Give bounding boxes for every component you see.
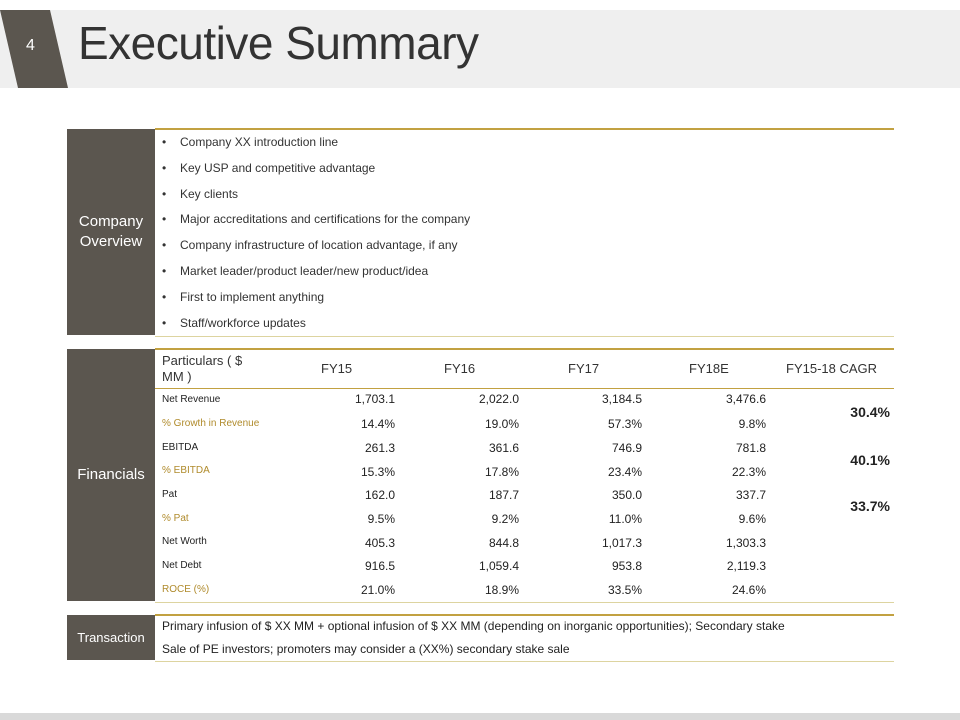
cell: 11.0% — [608, 512, 642, 526]
cell: 746.9 — [611, 441, 642, 455]
cagr-revenue: 30.4% — [850, 404, 890, 420]
cell: 350.0 — [611, 488, 642, 502]
row-label: % EBITDA — [162, 465, 210, 476]
transaction-line: Sale of PE investors; promoters may cons… — [162, 642, 570, 656]
cell: 57.3% — [607, 417, 642, 431]
cell: 1,303.3 — [725, 536, 766, 550]
cell: 2,022.0 — [478, 392, 519, 406]
bullet-item: Key clients — [162, 182, 882, 208]
bullet-item: Major accreditations and certifications … — [162, 207, 882, 233]
cell: 187.7 — [488, 488, 519, 502]
company-overview-label-text: Company Overview — [78, 213, 144, 250]
header-fy16: FY16 — [444, 361, 476, 376]
cell: 1,703.1 — [354, 392, 395, 406]
bullet-item: Key USP and competitive advantage — [162, 156, 882, 182]
row-label: EBITDA — [162, 442, 199, 453]
financials-label-text: Financials — [77, 466, 145, 483]
cell: 1,017.3 — [601, 536, 642, 550]
cell: 33.5% — [607, 583, 642, 597]
row-label: Net Worth — [162, 536, 207, 547]
cagr-ebitda: 40.1% — [850, 452, 890, 468]
cell: 9.5% — [367, 512, 395, 526]
bullet-item: Staff/workforce updates — [162, 311, 882, 337]
cell: 3,476.6 — [725, 392, 766, 406]
company-overview-label: Company Overview — [67, 129, 155, 335]
financials-frame — [155, 348, 894, 603]
header-fy17: FY17 — [568, 361, 600, 376]
transaction-label: Transaction — [67, 615, 155, 660]
cell: 337.7 — [735, 488, 766, 502]
cell: 162.0 — [364, 488, 395, 502]
cagr-pat: 33.7% — [850, 498, 890, 514]
bullet-item: Company XX introduction line — [162, 130, 882, 156]
header-cagr: FY15-18 CAGR — [786, 361, 878, 376]
cell: 14.4% — [360, 417, 395, 431]
bullet-item: First to implement anything — [162, 285, 882, 311]
row-label: % Pat — [162, 513, 189, 524]
header-fy18e: FY18E — [689, 361, 729, 376]
cell: 405.3 — [364, 536, 395, 550]
cell: 781.8 — [735, 441, 766, 455]
row-label: % Growth in Revenue — [162, 418, 260, 429]
bullet-item: Company infrastructure of location advan… — [162, 233, 882, 259]
cell: 2,119.3 — [726, 559, 766, 573]
cell: 18.9% — [484, 583, 519, 597]
footer-bar — [0, 713, 960, 720]
cell: 953.8 — [611, 559, 642, 573]
header-fy15: FY15 — [321, 361, 353, 376]
cell: 22.3% — [731, 465, 766, 479]
transaction-line: Primary infusion of $ XX MM + optional i… — [162, 619, 785, 633]
cell: 23.4% — [607, 465, 642, 479]
cell: 1,059.4 — [478, 559, 519, 573]
cell: 916.5 — [364, 559, 395, 573]
bullet-item: Market leader/product leader/new product… — [162, 259, 882, 285]
row-label: Net Revenue — [162, 394, 221, 405]
header-particulars: Particulars ( $ MM ) — [162, 353, 243, 384]
cell: 9.8% — [738, 417, 766, 431]
cell: 17.8% — [484, 465, 519, 479]
cell: 24.6% — [731, 583, 766, 597]
transaction-label-text: Transaction — [77, 629, 145, 645]
page-title: Executive Summary — [78, 17, 479, 69]
cell: 9.2% — [491, 512, 519, 526]
cell: 15.3% — [360, 465, 395, 479]
company-overview-bullets: Company XX introduction line Key USP and… — [162, 130, 882, 336]
row-label: Net Debt — [162, 560, 202, 571]
financials-label: Financials — [67, 349, 155, 601]
cell: 844.8 — [488, 536, 519, 550]
cell: 3,184.5 — [601, 392, 642, 406]
cell: 9.6% — [738, 512, 766, 526]
cell: 261.3 — [364, 441, 395, 455]
cell: 19.0% — [484, 417, 519, 431]
cell: 21.0% — [360, 583, 395, 597]
row-label: Pat — [162, 489, 178, 500]
cell: 361.6 — [488, 441, 519, 455]
header-rule — [155, 388, 894, 389]
slide-number: 4 — [26, 37, 35, 54]
row-label: ROCE (%) — [162, 584, 210, 595]
